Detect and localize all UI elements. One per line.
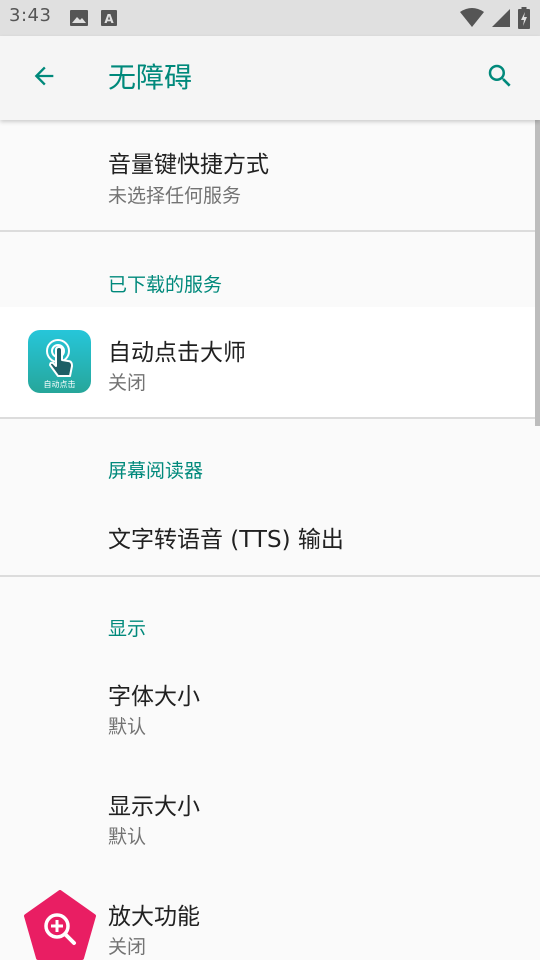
font-size-title: 字体大小	[108, 684, 200, 710]
app-bar: 无障碍	[0, 36, 540, 120]
status-time: 3:43	[9, 5, 52, 26]
system-icons	[460, 7, 530, 33]
back-button[interactable]	[20, 54, 68, 102]
category-display: 显示	[108, 618, 147, 640]
volume-shortcut-title: 音量键快捷方式	[108, 152, 269, 178]
notification-icons: A	[70, 10, 117, 30]
magnification-icon	[24, 890, 96, 960]
settings-list[interactable]: 音量键快捷方式 未选择任何服务 已下载的服务 自动点击 自动点击大师 关闭 屏幕…	[0, 120, 540, 960]
cell-signal-icon	[492, 8, 510, 32]
tts-output-item[interactable]: 文字转语音 (TTS) 输出	[0, 498, 540, 574]
autoclick-icon-caption: 自动点击	[43, 380, 76, 389]
autoclick-app-icon: 自动点击	[28, 330, 91, 393]
category-downloaded-services: 已下载的服务	[108, 274, 223, 296]
font-size-item[interactable]: 字体大小 默认	[0, 660, 540, 770]
magnification-title: 放大功能	[108, 904, 200, 930]
search-icon	[485, 61, 515, 95]
divider	[0, 230, 540, 232]
volume-shortcut-summary: 未选择任何服务	[108, 185, 242, 207]
a-notification-icon: A	[101, 10, 117, 30]
display-size-summary: 默认	[108, 826, 147, 848]
battery-charging-icon	[518, 7, 530, 33]
magnification-summary: 关闭	[108, 936, 147, 958]
scrollbar[interactable]	[535, 120, 540, 426]
font-size-summary: 默认	[108, 716, 147, 738]
autoclick-title: 自动点击大师	[108, 340, 246, 366]
divider	[0, 417, 540, 419]
status-bar: 3:43 A	[0, 0, 540, 36]
display-size-item[interactable]: 显示大小 默认	[0, 770, 540, 880]
category-screen-reader: 屏幕阅读器	[108, 460, 204, 482]
image-notification-icon	[70, 10, 88, 30]
volume-shortcut-item[interactable]: 音量键快捷方式 未选择任何服务	[0, 120, 540, 230]
search-button[interactable]	[476, 54, 524, 102]
svg-text:A: A	[104, 12, 114, 26]
display-size-title: 显示大小	[108, 794, 200, 820]
tts-output-title: 文字转语音 (TTS) 输出	[108, 527, 344, 553]
divider	[0, 575, 540, 577]
arrow-back-icon	[30, 62, 58, 94]
wifi-icon	[460, 8, 484, 32]
page-title: 无障碍	[108, 61, 193, 94]
autoclick-summary: 关闭	[108, 372, 147, 394]
